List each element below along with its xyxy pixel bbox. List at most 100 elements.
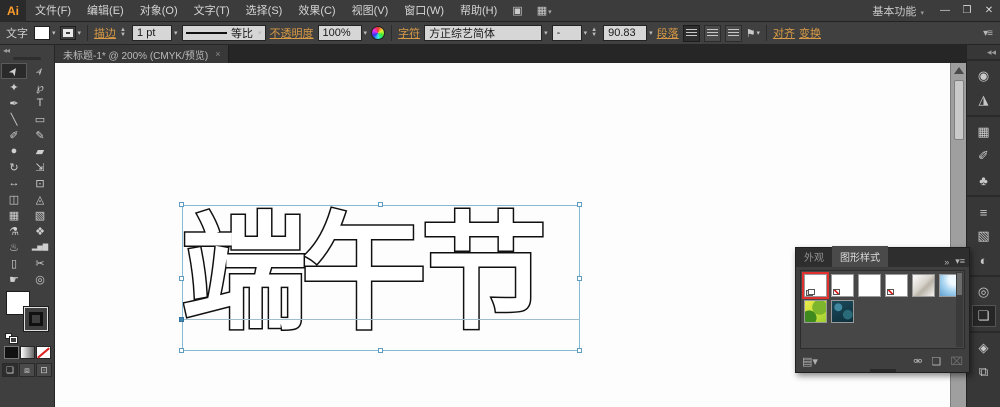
color-panel-icon[interactable]: ◉ [972,65,996,87]
symbols-panel-icon[interactable]: ♣ [972,169,996,191]
fill-color-picker[interactable]: ▾ [34,26,56,40]
color-button[interactable] [3,346,19,359]
stroke-color-picker[interactable]: ▾ [59,26,81,40]
hand-tool[interactable]: ☛ [1,271,27,287]
stroke-profile-select[interactable]: 等比 ▾ [181,25,266,41]
stroke-color-well[interactable] [23,306,49,332]
gradient-tool[interactable]: ▧ [27,207,53,223]
line-segment-tool[interactable]: ╲ [1,111,27,127]
style-swatch-silver-bevel[interactable] [912,274,935,297]
layers-panel-icon[interactable]: ◈ [972,337,996,359]
font-size-stepper[interactable]: ▲ ▼ [591,27,599,38]
pen-tool[interactable]: ✒ [1,95,27,111]
paragraph-panel-link[interactable]: 段落 [657,25,679,41]
menu-help[interactable]: 帮助(H) [453,0,504,22]
menu-file[interactable]: 文件(F) [28,0,78,22]
tab-close-icon[interactable]: × [215,49,220,59]
gradient-button[interactable] [19,346,35,359]
recolor-artwork-icon[interactable] [371,26,386,40]
font-style-select[interactable]: - ▾ [551,25,587,41]
tools-grip[interactable] [13,57,41,60]
font-family-select[interactable]: 方正综艺简体 ▾ [424,25,548,41]
eyedropper-tool[interactable]: ⚗ [1,223,27,239]
color-guide-panel-icon[interactable]: ◮ [972,89,996,111]
delete-graphic-style-icon[interactable]: ⌧ [950,355,963,368]
pencil-tool[interactable]: ✎ [27,127,53,143]
swatches-panel-icon[interactable]: ▦ [972,121,996,143]
bridge-icon[interactable]: ▣ [506,4,528,17]
artboards-panel-icon[interactable]: ⧉ [972,361,996,383]
draw-inside-mode-button[interactable]: ⊡ [36,363,52,377]
dock-collapse-icon[interactable]: ◂◂ [967,45,1000,59]
perspective-grid-tool[interactable]: ◬ [27,191,53,207]
align-left-button[interactable] [682,24,700,42]
tools-collapse-icon[interactable]: ◂◂ [0,45,54,56]
default-fill-stroke-icon[interactable] [5,333,18,344]
menu-object[interactable]: 对象(O) [133,0,185,22]
handle-top-center[interactable] [378,202,383,207]
scale-tool[interactable]: ⇲ [27,159,53,175]
transform-panel-link[interactable]: 变换 [799,25,821,41]
panel-collapse-icon[interactable]: » [944,257,949,267]
align-right-button[interactable] [724,24,742,42]
style-swatch-box-slash[interactable] [885,274,908,297]
close-button[interactable]: ✕ [978,2,1000,20]
menu-select[interactable]: 选择(S) [239,0,290,22]
blend-tool[interactable]: ❖ [27,223,53,239]
handle-bottom-right[interactable] [577,348,582,353]
shape-builder-tool[interactable]: ◫ [1,191,27,207]
width-tool[interactable]: ↔ [1,175,27,191]
handle-bottom-left[interactable] [179,348,184,353]
rotate-tool[interactable]: ↻ [1,159,27,175]
font-size-field[interactable]: 90.83 ▾ [603,25,653,41]
handle-middle-right[interactable] [577,276,582,281]
slice-tool[interactable]: ✂ [27,255,53,271]
transparency-panel-icon[interactable]: ◐ [972,249,996,271]
style-swatch-no-fill[interactable] [831,274,854,297]
handle-bottom-center[interactable] [378,348,383,353]
style-swatch-green-leaf[interactable] [804,300,827,323]
selection-tool[interactable]: ➤ [1,63,27,79]
stroke-weight-stepper[interactable]: ▲ ▼ [120,27,128,38]
magic-wand-tool[interactable]: ✦ [1,79,27,95]
arrange-documents-icon[interactable]: ▦▾ [531,4,558,17]
style-swatch-plain-white[interactable] [858,274,881,297]
direct-selection-tool[interactable]: ➢ [27,63,53,79]
new-graphic-style-icon[interactable]: ❏ [931,355,941,368]
rectangle-tool[interactable]: ▭ [27,111,53,127]
lasso-tool[interactable]: ℘ [27,79,53,95]
styles-scrollbar-thumb[interactable] [957,273,962,295]
align-panel-link[interactable]: 对齐 [773,25,795,41]
menu-window[interactable]: 窗口(W) [397,0,451,22]
handle-top-right[interactable] [577,202,582,207]
menu-edit[interactable]: 编辑(E) [80,0,131,22]
handle-middle-left[interactable] [179,276,184,281]
symbol-sprayer-tool[interactable]: ♨ [1,239,27,255]
make-envelope-button[interactable]: ⚑ ▾ [746,27,760,40]
none-button[interactable] [35,346,51,359]
gradient-panel-icon[interactable]: ▧ [972,225,996,247]
tab-graphic-styles[interactable]: 图形样式 [832,246,888,267]
tab-appearance[interactable]: 外观 [796,246,832,267]
handle-top-left[interactable] [179,202,184,207]
column-graph-tool[interactable]: ▂▅▇ [27,239,53,255]
document-tab[interactable]: 未标题-1* @ 200% (CMYK/预览) × [55,45,230,63]
character-panel-link[interactable]: 字符 [398,25,420,41]
break-link-icon[interactable]: ⚮ [913,355,922,368]
panel-resize-grip[interactable] [869,369,896,372]
style-swatch-default[interactable] [802,272,829,299]
appearance-panel-icon[interactable]: ◎ [972,281,996,303]
scrollbar-thumb[interactable] [953,80,964,140]
baseline-anchor-point[interactable] [179,317,184,322]
minimize-button[interactable]: — [934,2,956,20]
style-swatch-teal-swirl[interactable] [831,300,854,323]
opacity-field[interactable]: 100% ▾ [317,25,367,41]
style-libraries-menu-icon[interactable]: ▤▾ [802,355,818,368]
stroke-weight-field[interactable]: 1 pt ▾ [132,25,178,41]
align-center-button[interactable] [703,24,721,42]
menu-type[interactable]: 文字(T) [187,0,237,22]
panel-menu-icon[interactable]: ▾≡ [955,256,965,267]
workspace-switcher[interactable]: 基本功能 ▾ [864,3,932,19]
eraser-tool[interactable]: ▰ [27,143,53,159]
draw-behind-mode-button[interactable]: ⧈ [19,363,35,377]
